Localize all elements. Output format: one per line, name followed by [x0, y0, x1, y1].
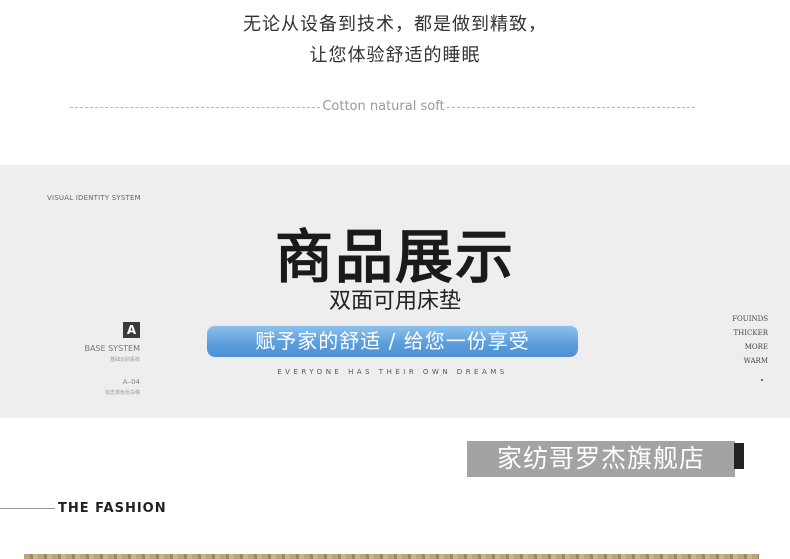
intro-line-1: 无论从设备到技术，都是做到精致， [243, 14, 547, 35]
right-word-3: MORE [744, 343, 768, 351]
divider-left [70, 107, 320, 108]
section-rule [0, 508, 55, 509]
code-label: A–04 [122, 378, 140, 386]
right-word-4: WARM [743, 357, 768, 365]
banner-tagline: EVERYONE HAS THEIR OWN DREAMS [277, 368, 508, 376]
fabric-texture-strip [24, 554, 759, 559]
base-system-cn: 基础识别系统 [109, 357, 140, 363]
divider-right [447, 107, 695, 108]
base-system-label: BASE SYSTEM [84, 344, 140, 353]
right-word-2: THICKER [733, 329, 768, 337]
watermark-bar [734, 443, 744, 469]
system-badge: A [123, 322, 140, 338]
slogan-pill: 赋予家的舒适 / 给您一份享受 [207, 325, 578, 357]
section-heading: THE FASHION [58, 501, 167, 516]
store-watermark: 家纺哥罗杰旗舰店 [467, 441, 735, 477]
banner-subtitle: 双面可用床垫 [328, 289, 461, 314]
right-dot [761, 379, 763, 381]
banner-title: 商品展示 [274, 223, 515, 291]
divider-caption: Cotton natural soft [322, 99, 445, 114]
intro-line-2: 让您体验舒适的睡眠 [309, 45, 481, 66]
code-cn: 标志单色反白稿 [104, 390, 140, 396]
right-word-1: FOUINDS [732, 315, 768, 323]
banner-corner-label: VISUAL IDENTITY SYSTEM [47, 194, 141, 202]
